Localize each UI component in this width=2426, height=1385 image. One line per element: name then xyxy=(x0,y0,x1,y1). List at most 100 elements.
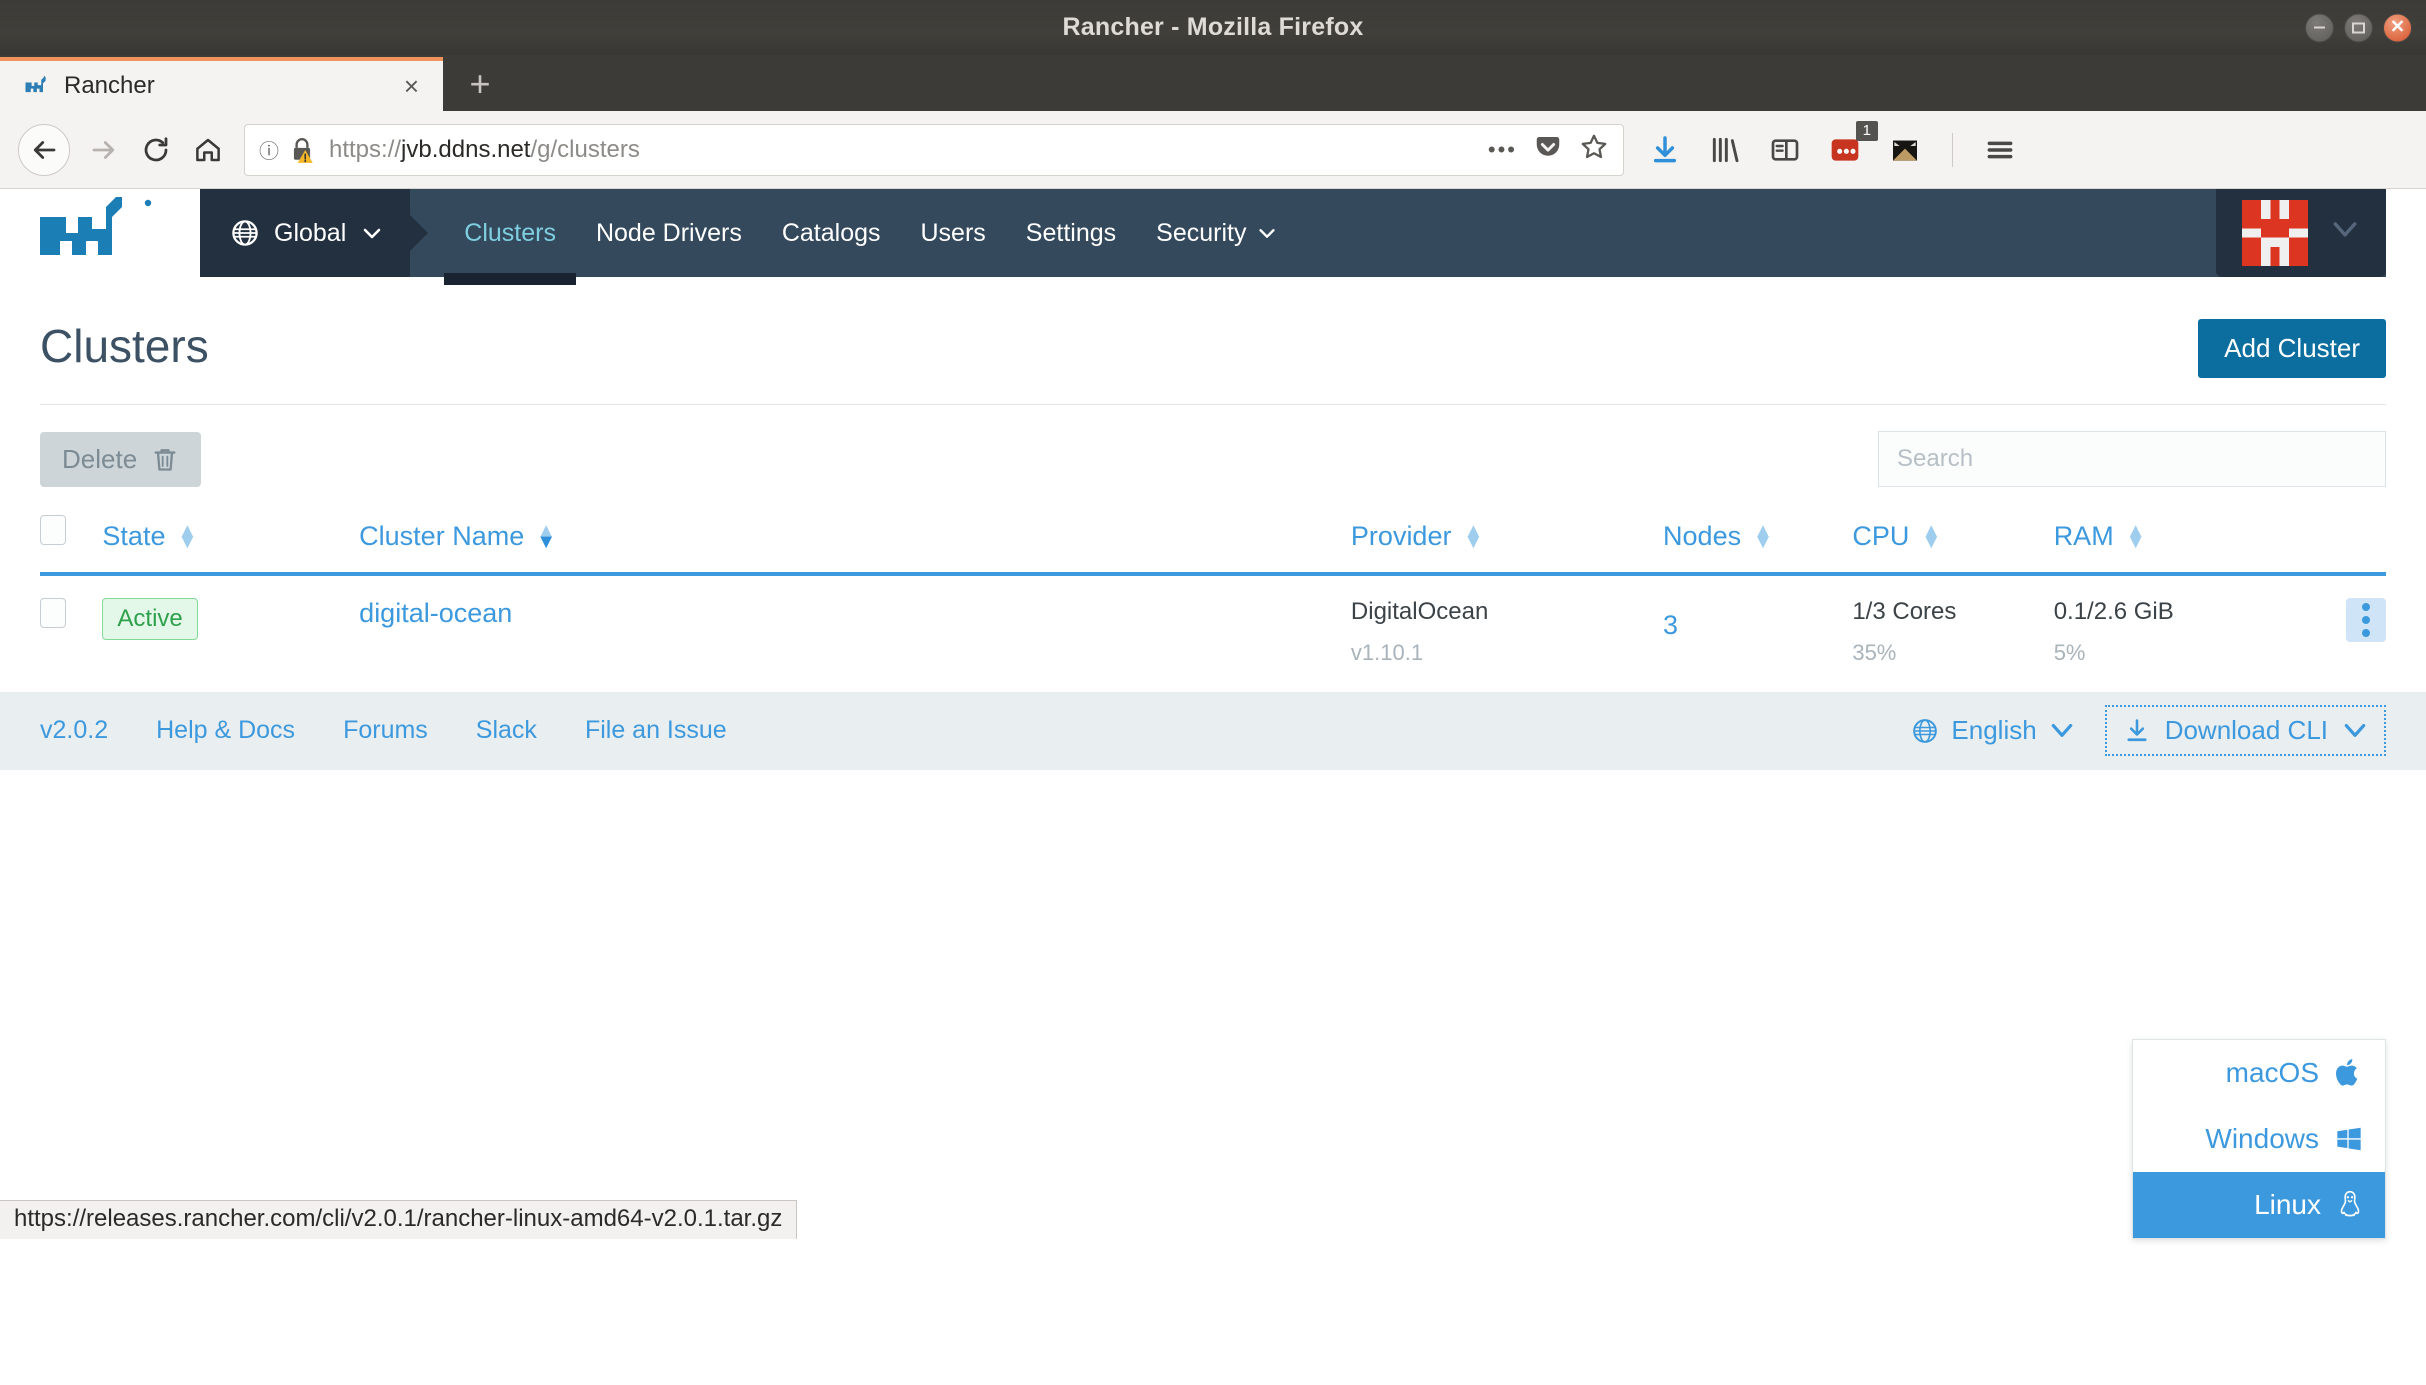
sort-icon[interactable]: ▲ ▼ xyxy=(1463,521,1483,552)
site-info-icon[interactable]: ⓘ xyxy=(259,135,279,164)
cli-option-windows[interactable]: Windows xyxy=(2133,1106,2385,1172)
provider-name: DigitalOcean xyxy=(1350,598,1489,625)
sort-icon[interactable]: ▲ ▼ xyxy=(177,521,197,552)
nav-link-settings[interactable]: Settings xyxy=(1006,189,1136,277)
language-selector[interactable]: English xyxy=(1911,715,2074,746)
column-header-ram[interactable]: RAM ▲ ▼ xyxy=(2054,507,2296,574)
apple-icon xyxy=(2336,1059,2358,1086)
provider-version: v1.10.1 xyxy=(1350,639,1424,665)
home-icon[interactable] xyxy=(182,124,234,176)
nav-link-label: Clusters xyxy=(464,218,556,247)
status-badge: Active xyxy=(102,598,198,640)
nav-link-catalogs[interactable]: Catalogs xyxy=(762,189,901,277)
back-icon[interactable] xyxy=(18,123,70,176)
column-header-label: State xyxy=(102,521,166,551)
reload-icon[interactable] xyxy=(130,124,182,176)
minimize-button[interactable] xyxy=(2305,13,2334,42)
ram-percent: 5% xyxy=(2053,639,2086,665)
delete-button[interactable]: Delete xyxy=(40,431,202,487)
pocket-icon[interactable] xyxy=(1533,132,1563,167)
footer-version-link[interactable]: v2.0.2 xyxy=(40,716,108,745)
row-name-cell: digital-ocean xyxy=(359,574,1351,692)
menu-icon[interactable] xyxy=(1983,133,2017,167)
row-actions-menu-icon[interactable] xyxy=(2346,598,2386,642)
bookmark-star-icon[interactable] xyxy=(1579,132,1609,167)
row-provider-cell: DigitalOcean v1.10.1 xyxy=(1351,574,1663,692)
user-menu[interactable] xyxy=(2216,189,2386,277)
chevron-down-icon xyxy=(2330,219,2360,247)
download-cli-button[interactable]: Download CLI xyxy=(2104,705,2386,757)
maximize-button[interactable] xyxy=(2344,13,2373,42)
cli-option-linux[interactable]: Linux xyxy=(2133,1172,2385,1238)
url-text: https://jvb.ddns.net/g/clusters xyxy=(329,136,640,164)
chevron-down-icon xyxy=(2344,723,2366,737)
column-header-label: Cluster Name xyxy=(359,521,525,551)
table-body: Active digital-ocean DigitalOcean v1.10.… xyxy=(40,574,2386,692)
browser-tabstrip: Rancher × + xyxy=(0,55,2426,111)
column-header-provider[interactable]: Provider ▲ ▼ xyxy=(1351,507,1663,574)
nav-link-users[interactable]: Users xyxy=(901,189,1006,277)
browser-tab[interactable]: Rancher × xyxy=(0,57,443,111)
close-tab-icon[interactable]: × xyxy=(396,71,427,102)
row-state-cell: Active xyxy=(102,574,359,692)
language-label: English xyxy=(1951,715,2037,746)
rancher-app: Global Clusters Node Drivers Catalogs Us… xyxy=(0,189,2426,1239)
add-cluster-button[interactable]: Add Cluster xyxy=(2198,319,2386,378)
row-checkbox[interactable] xyxy=(40,598,66,628)
nav-link-security[interactable]: Security xyxy=(1136,189,1298,277)
extension-icon[interactable]: 1 xyxy=(1828,120,1878,167)
footer-link-file-an-issue[interactable]: File an Issue xyxy=(585,716,727,745)
column-header-state[interactable]: State ▲ ▼ xyxy=(102,507,359,574)
search-input[interactable] xyxy=(1878,431,2386,487)
nodes-count-link[interactable]: 3 xyxy=(1663,598,1852,641)
library-icon[interactable] xyxy=(1708,133,1742,167)
window-title: Rancher - Mozilla Firefox xyxy=(1062,13,1364,41)
page-actions-icon[interactable]: ••• xyxy=(1488,137,1517,163)
downloads-icon[interactable] xyxy=(1648,133,1682,167)
footer-link-forums[interactable]: Forums xyxy=(343,716,428,745)
sort-icon[interactable]: ▲ ▼ xyxy=(1753,521,1773,552)
cli-option-macos[interactable]: macOS xyxy=(2133,1040,2385,1106)
table-row[interactable]: Active digital-ocean DigitalOcean v1.10.… xyxy=(40,574,2386,692)
download-cli-label: Download CLI xyxy=(2164,715,2328,746)
chevron-down-icon xyxy=(1259,229,1276,238)
row-actions-cell xyxy=(2295,574,2386,692)
column-header-nodes[interactable]: Nodes ▲ ▼ xyxy=(1663,507,1852,574)
sort-icon[interactable]: ▲ ▼ xyxy=(1921,521,1941,552)
browser-toolbar: ⓘ https://jvb.ddns.net/g/clusters ••• 1 xyxy=(0,111,2426,189)
insecure-lock-icon[interactable] xyxy=(289,136,315,164)
nav-link-node-drivers[interactable]: Node Drivers xyxy=(576,189,762,277)
rancher-cow-icon xyxy=(25,75,46,93)
table-toolbar: Delete xyxy=(40,405,2386,507)
close-window-button[interactable]: ✕ xyxy=(2383,13,2412,42)
delete-button-label: Delete xyxy=(62,443,138,474)
sort-icon-active[interactable]: ▲ ▼ xyxy=(536,521,556,552)
cluster-name-link[interactable]: digital-ocean xyxy=(359,598,512,628)
rancher-footer: v2.0.2 Help & Docs Forums Slack File an … xyxy=(0,691,2426,770)
footer-link-help-docs[interactable]: Help & Docs xyxy=(156,716,295,745)
footer-link-slack[interactable]: Slack xyxy=(476,716,537,745)
rancher-nav-links: Clusters Node Drivers Catalogs Users Set… xyxy=(410,189,2386,285)
column-header-cpu[interactable]: CPU ▲ ▼ xyxy=(1852,507,2053,574)
avatar xyxy=(2242,200,2308,266)
sort-icon[interactable]: ▲ ▼ xyxy=(2126,521,2146,552)
row-ram-cell: 0.1/2.6 GiB 5% xyxy=(2054,574,2296,692)
new-tab-button[interactable]: + xyxy=(443,57,517,111)
extension-badge: 1 xyxy=(1855,120,1878,141)
cli-option-label: Windows xyxy=(2205,1123,2319,1154)
select-all-checkbox[interactable] xyxy=(40,515,66,545)
scope-selector[interactable]: Global xyxy=(200,189,411,277)
forward-icon[interactable] xyxy=(78,124,130,176)
page-title: Clusters xyxy=(40,320,209,372)
nav-link-label: Security xyxy=(1156,218,1247,247)
windows-icon xyxy=(2337,1127,2361,1151)
column-header-cluster-name[interactable]: Cluster Name ▲ ▼ xyxy=(359,507,1351,574)
window-controls: ✕ xyxy=(2305,13,2412,42)
url-host: jvb.ddns.net xyxy=(401,135,531,163)
mail-icon[interactable] xyxy=(1888,133,1922,167)
footer-links: v2.0.2 Help & Docs Forums Slack File an … xyxy=(40,716,727,745)
url-bar[interactable]: ⓘ https://jvb.ddns.net/g/clusters ••• xyxy=(244,123,1624,176)
nav-link-clusters[interactable]: Clusters xyxy=(444,189,576,285)
sidebar-icon[interactable] xyxy=(1768,133,1802,167)
rancher-logo[interactable] xyxy=(0,189,200,277)
